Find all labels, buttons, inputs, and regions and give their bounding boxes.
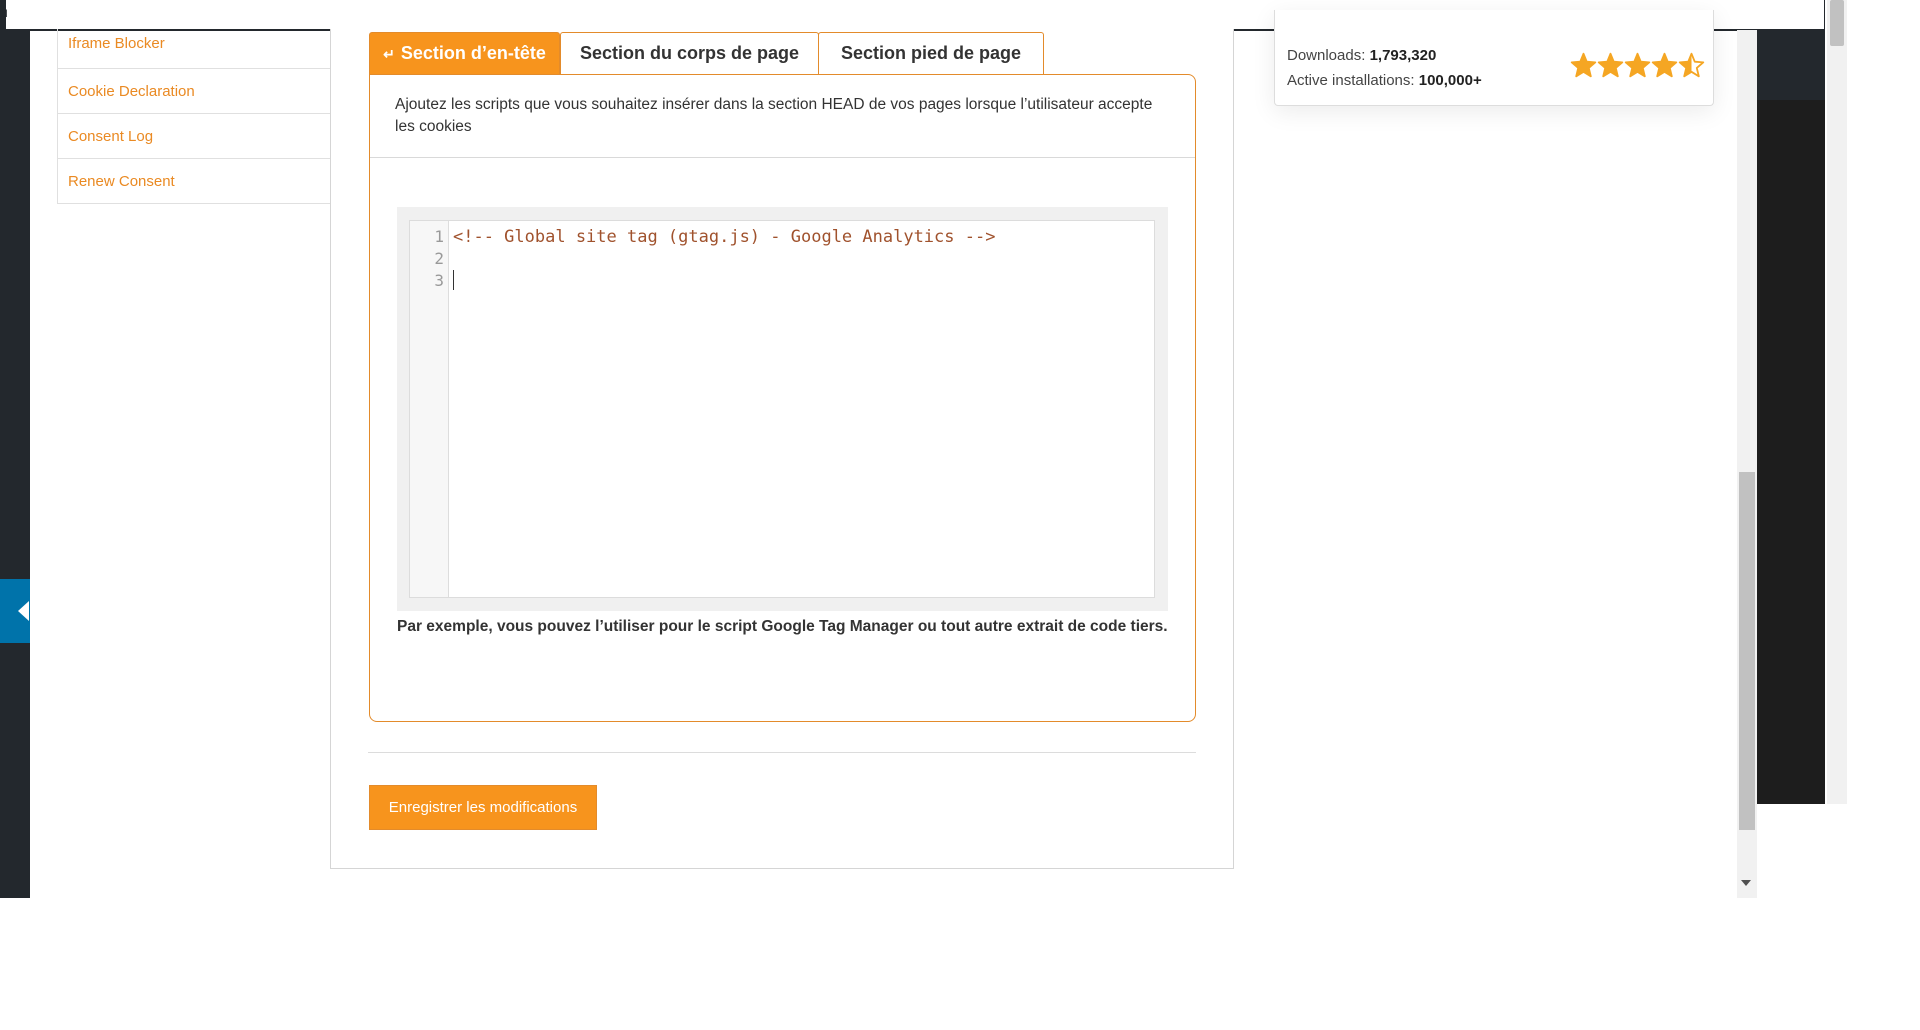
content-scrollbar-thumb[interactable] (1739, 472, 1755, 830)
code-lines[interactable]: <!-- Global site tag (gtag.js) - Google … (453, 226, 995, 292)
page-scrollbar-thumb[interactable] (1830, 0, 1844, 46)
card-description: Ajoutez les scripts que vous souhaitez i… (395, 96, 1153, 135)
star-full-icon (1624, 52, 1651, 78)
line-number: 1 (434, 227, 444, 246)
star-half-icon (1678, 52, 1705, 78)
installs-label: Active installations: (1287, 72, 1415, 89)
text-cursor (453, 270, 454, 290)
downloads-label: Downloads: (1287, 47, 1366, 64)
usage-hint: Par exemple, vous pouvez l’utiliser pour… (397, 618, 1168, 635)
line-number: 2 (434, 249, 444, 268)
nav-item-consent-log[interactable]: Consent Log (58, 114, 331, 159)
top-left-glyph: u (0, 4, 8, 20)
card-divider (370, 157, 1195, 158)
star-full-icon (1597, 52, 1624, 78)
installs-stat: Active installations: 100,000+ (1287, 68, 1482, 93)
line-numbers: 1 2 3 (410, 226, 444, 292)
code-line[interactable] (453, 248, 995, 270)
return-arrow-icon: ↵ (383, 46, 395, 62)
scroll-down-arrow-icon[interactable] (1741, 880, 1751, 886)
tab-header-section[interactable]: ↵ Section d’en-tête (369, 32, 560, 74)
tab-body-section[interactable]: Section du corps de page (560, 32, 819, 74)
downloads-value: 1,793,320 (1369, 47, 1437, 64)
nav-item-iframe-blocker[interactable]: Iframe Blocker (58, 29, 331, 69)
plugin-stats: Downloads: 1,793,320 Active installation… (1287, 43, 1482, 93)
downloads-stat: Downloads: 1,793,320 (1287, 43, 1482, 68)
installs-value: 100,000+ (1418, 72, 1482, 89)
star-full-icon (1570, 52, 1597, 78)
save-changes-button[interactable]: Enregistrer les modifications (369, 785, 597, 830)
page-scrollbar[interactable] (1827, 0, 1847, 804)
code-line[interactable] (453, 270, 995, 292)
code-line[interactable]: <!-- Global site tag (gtag.js) - Google … (453, 226, 995, 248)
right-dark-panel (1757, 0, 1825, 804)
star-full-icon (1651, 52, 1678, 78)
line-number: 3 (434, 271, 444, 290)
rating-stars (1570, 52, 1705, 79)
nav-item-renew-consent[interactable]: Renew Consent (58, 159, 331, 204)
nav-item-cookie-declaration[interactable]: Cookie Declaration (58, 69, 331, 114)
settings-nav: Iframe Blocker Cookie Declaration Consen… (57, 29, 332, 204)
section-separator (368, 752, 1196, 753)
tab-footer-section[interactable]: Section pied de page (818, 32, 1044, 74)
collapse-sidebar-button[interactable] (0, 579, 30, 643)
tab-header-label: Section d’en-tête (400, 43, 546, 63)
admin-sidebar-edge (0, 0, 30, 898)
